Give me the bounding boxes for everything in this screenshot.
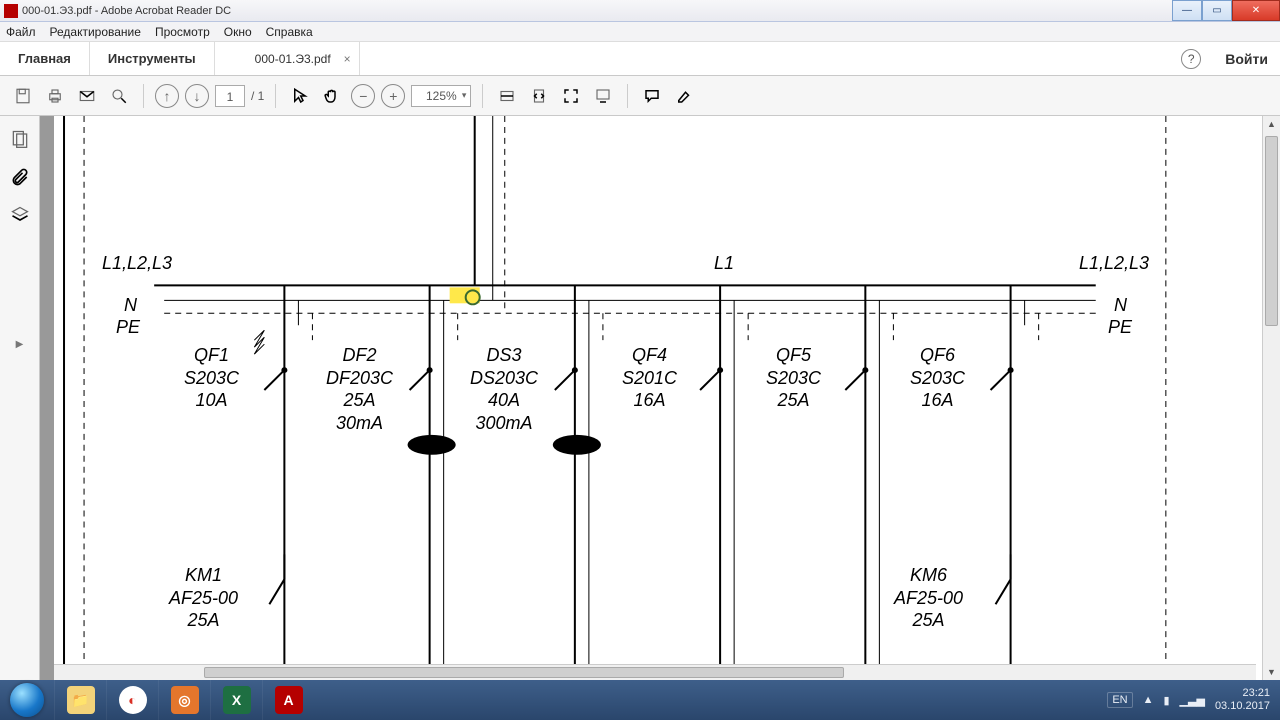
label-phase-right: L1,L2,L3 (1079, 252, 1149, 275)
fullscreen-icon[interactable] (558, 83, 584, 109)
minimize-button[interactable]: — (1172, 0, 1202, 21)
tab-home[interactable]: Главная (0, 42, 90, 75)
tab-document[interactable]: 000-01.Э3.pdf × (215, 42, 360, 75)
label-n-left: N (124, 294, 137, 317)
contactor-km6: KM6 AF25-00 25A (894, 564, 963, 632)
login-button[interactable]: Войти (1213, 42, 1280, 75)
breaker-qf5: QF5 S203C 25A (766, 344, 821, 412)
toolbar: ↑ ↓ 1 / 1 − + 125% (0, 76, 1280, 116)
breaker-qf1: QF1 S203C 10A (184, 344, 239, 412)
window-titlebar: 000-01.Э3.pdf - Adobe Acrobat Reader DC … (0, 0, 1280, 22)
layers-icon[interactable] (9, 204, 31, 226)
select-tool-icon[interactable] (287, 83, 313, 109)
search-icon[interactable] (106, 83, 132, 109)
breaker-df2: DF2 DF203C 25A 30mA (326, 344, 393, 434)
start-button[interactable] (0, 680, 54, 720)
tab-close-icon[interactable]: × (344, 52, 351, 66)
breaker-ds3: DS3 DS203C 40A 300mA (470, 344, 538, 434)
fit-page-icon[interactable] (526, 83, 552, 109)
read-mode-icon[interactable] (590, 83, 616, 109)
tray-time: 23:21 (1215, 687, 1270, 700)
zoom-select[interactable]: 125% (411, 85, 471, 107)
menu-window[interactable]: Окно (224, 25, 252, 39)
breaker-qf4: QF4 S201C 16A (622, 344, 677, 412)
left-sidebar: ▶ (0, 116, 40, 680)
menu-file[interactable]: Файл (6, 25, 36, 39)
app-icon (4, 4, 18, 18)
menu-bar: Файл Редактирование Просмотр Окно Справк… (0, 22, 1280, 42)
tab-row: Главная Инструменты 000-01.Э3.pdf × ? Во… (0, 42, 1280, 76)
tab-document-label: 000-01.Э3.pdf (255, 52, 331, 66)
scroll-up-icon[interactable]: ▲ (1263, 116, 1280, 132)
thumbnails-icon[interactable] (9, 128, 31, 150)
vscroll-thumb[interactable] (1265, 136, 1278, 326)
tray-language[interactable]: EN (1107, 692, 1132, 708)
page-down-icon[interactable]: ↓ (185, 84, 209, 108)
taskbar-app-orange[interactable]: ◎ (158, 680, 210, 720)
page: L1,L2,L3 L1 L1,L2,L3 N PE N PE QF1 S203C… (54, 116, 1256, 664)
expand-sidebar-icon[interactable]: ▶ (16, 339, 24, 350)
label-phase-left: L1,L2,L3 (102, 252, 172, 275)
zoom-out-icon[interactable]: − (351, 84, 375, 108)
menu-edit[interactable]: Редактирование (50, 25, 141, 39)
taskbar-acrobat[interactable]: A (262, 680, 314, 720)
breaker-qf6: QF6 S203C 16A (910, 344, 965, 412)
tray-network-icon[interactable]: ▮ (1163, 694, 1169, 707)
save-icon[interactable] (10, 83, 36, 109)
hand-tool-icon[interactable] (319, 83, 345, 109)
maximize-button[interactable]: ▭ (1202, 0, 1232, 21)
comment-icon[interactable] (639, 83, 665, 109)
page-up-icon[interactable]: ↑ (155, 84, 179, 108)
tray-sound-icon[interactable]: ▁▃▅ (1180, 694, 1205, 707)
scroll-down-icon[interactable]: ▼ (1263, 664, 1280, 680)
print-icon[interactable] (42, 83, 68, 109)
horizontal-scrollbar[interactable] (54, 664, 1256, 680)
menu-view[interactable]: Просмотр (155, 25, 210, 39)
close-button[interactable]: ✕ (1232, 0, 1280, 21)
taskbar-excel[interactable]: X (210, 680, 262, 720)
taskbar-chrome[interactable]: ◐ (106, 680, 158, 720)
label-pe-left: PE (116, 316, 140, 339)
tab-tools[interactable]: Инструменты (90, 42, 215, 75)
vertical-scrollbar[interactable]: ▲ ▼ (1262, 116, 1280, 680)
fit-width-icon[interactable] (494, 83, 520, 109)
zoom-in-icon[interactable]: + (381, 84, 405, 108)
tray-date: 03.10.2017 (1215, 700, 1270, 713)
highlight-icon[interactable] (671, 83, 697, 109)
label-n-right: N (1114, 294, 1127, 317)
label-pe-right: PE (1108, 316, 1132, 339)
hscroll-thumb[interactable] (204, 667, 844, 678)
tray-flag-icon[interactable]: ▲ (1143, 694, 1154, 706)
tray-clock[interactable]: 23:21 03.10.2017 (1215, 687, 1270, 712)
window-title: 000-01.Э3.pdf - Adobe Acrobat Reader DC (22, 5, 1172, 17)
page-number-input[interactable]: 1 (215, 85, 245, 107)
label-phase-mid: L1 (714, 252, 734, 275)
mail-icon[interactable] (74, 83, 100, 109)
menu-help[interactable]: Справка (266, 25, 313, 39)
taskbar-explorer[interactable]: 📁 (54, 680, 106, 720)
system-tray[interactable]: EN ▲ ▮ ▁▃▅ 23:21 03.10.2017 (1107, 687, 1280, 712)
page-total: / 1 (251, 89, 264, 103)
taskbar: 📁 ◐ ◎ X A EN ▲ ▮ ▁▃▅ 23:21 03.10.2017 (0, 680, 1280, 720)
document-viewport[interactable]: L1,L2,L3 L1 L1,L2,L3 N PE N PE QF1 S203C… (40, 116, 1256, 680)
help-icon[interactable]: ? (1181, 49, 1201, 69)
attachments-icon[interactable] (9, 166, 31, 188)
contactor-km1: KM1 AF25-00 25A (169, 564, 238, 632)
